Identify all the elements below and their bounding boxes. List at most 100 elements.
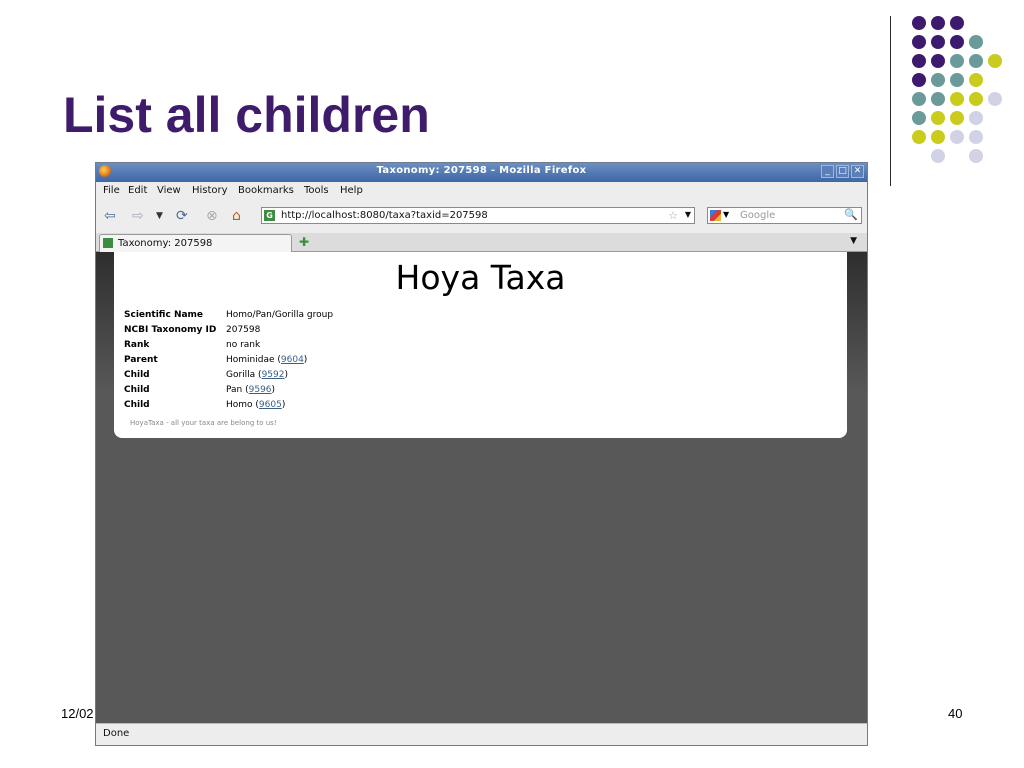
search-bar[interactable]: ▼ Google 🔍 [707,207,862,224]
taxon-link-homo[interactable]: 9605 [259,400,282,410]
url-text[interactable]: http://localhost:8080/taxa?taxid=207598 [281,210,488,221]
menu-file[interactable]: File [103,185,120,196]
field-value: Homo (9605) [226,398,285,413]
minimize-icon[interactable]: _ [821,165,834,178]
decorative-dot [931,149,945,163]
field-label: Child [124,400,150,410]
forward-icon[interactable]: ⇨ [132,208,144,224]
tab-label: Taxonomy: 207598 [118,238,213,249]
tab-taxonomy[interactable]: Taxonomy: 207598 [99,234,292,252]
search-icon[interactable]: 🔍 [844,208,858,221]
decorative-dot [950,130,964,144]
slide-page-number: 40 [948,706,963,721]
bookmark-star-icon[interactable]: ☆ [668,209,678,222]
browser-window: Taxonomy: 207598 - Mozilla Firefox _ □ ✕… [95,162,868,746]
decorative-dot [950,92,964,106]
value-text: Homo ( [226,400,259,410]
google-search-engine-icon[interactable] [710,210,721,221]
decorative-dot [988,54,1002,68]
page-footer: HoyaTaxa - all your taxa are belong to u… [130,419,277,427]
value-text: Gorilla ( [226,370,262,380]
menu-tools[interactable]: Tools [304,185,329,196]
field-label: NCBI Taxonomy ID [124,325,217,335]
value-suffix: ) [284,370,288,380]
menu-history[interactable]: History [192,185,228,196]
url-bar[interactable]: G http://localhost:8080/taxa?taxid=20759… [261,207,695,224]
decorative-dot [931,16,945,30]
decorative-dot [969,35,983,49]
taxa-card: Hoya Taxa Scientific Name Homo/Pan/Goril… [114,252,847,438]
decorative-dot [912,16,926,30]
value-suffix: ) [303,355,308,365]
maximize-icon[interactable]: □ [836,165,849,178]
decorative-dot [912,35,926,49]
menu-view[interactable]: View [157,185,181,196]
field-label: Parent [124,355,158,365]
search-placeholder[interactable]: Google [740,210,775,221]
decorative-dot [969,92,983,106]
decorative-dot [969,149,983,163]
field-label: Child [124,370,150,380]
decorative-dot [950,54,964,68]
close-icon[interactable]: ✕ [851,165,864,178]
status-bar: Done [96,723,867,745]
decorative-dot [969,130,983,144]
site-favicon: G [264,210,275,221]
value-text: Pan ( [226,385,249,395]
decorative-dot [950,73,964,87]
value-text: Homo/Pan/Gorilla group [226,310,334,320]
menu-edit[interactable]: Edit [128,185,147,196]
field-value: 207598 [226,323,260,338]
page-heading: Hoya Taxa [395,258,566,297]
decorative-dot [931,73,945,87]
stop-icon[interactable]: ⊗ [206,208,218,224]
value-text: Hominidae ( [226,355,281,365]
decorative-dot [912,54,926,68]
field-value: Gorilla (9592) [226,368,288,383]
field-value: Pan (9596) [226,383,275,398]
slide-title: List all children [63,87,430,143]
decorative-dot [912,73,926,87]
search-engine-dropdown-icon[interactable]: ▼ [723,210,729,219]
decorative-dot [912,92,926,106]
menu-bookmarks[interactable]: Bookmarks [238,185,294,196]
decorative-dot [931,35,945,49]
url-dropdown-icon[interactable]: ▼ [685,210,691,219]
tab-list-dropdown-icon[interactable]: ▼ [850,236,857,246]
field-label: Rank [124,340,150,350]
decorative-dot [969,111,983,125]
decorative-dot [969,73,983,87]
home-icon[interactable]: ⌂ [232,208,241,224]
status-text: Done [103,728,130,739]
decorative-dot [950,16,964,30]
tab-favicon [103,238,113,248]
decorative-dot [931,92,945,106]
slide-date: 12/02 [61,706,94,721]
decorative-divider [890,16,891,186]
menu-bar: File Edit View History Bookmarks Tools H… [96,182,867,200]
new-tab-icon[interactable]: ✚ [299,235,309,249]
taxon-link-parent[interactable]: 9604 [281,355,304,365]
field-value: Homo/Pan/Gorilla group [226,308,333,323]
back-icon[interactable]: ⇦ [104,208,116,224]
history-dropdown-icon[interactable]: ▼ [156,208,163,224]
decorative-dot [931,130,945,144]
taxon-link-gorilla[interactable]: 9592 [262,370,285,380]
window-titlebar[interactable]: Taxonomy: 207598 - Mozilla Firefox _ □ ✕ [96,163,867,182]
field-value: no rank [226,338,260,353]
field-label: Child [124,385,150,395]
decorative-dot [950,35,964,49]
field-label: Scientific Name [124,310,204,320]
window-title: Taxonomy: 207598 - Mozilla Firefox [376,165,587,176]
field-value: Hominidae (9604) [226,353,307,368]
value-text: no rank [226,340,261,350]
decorative-dot [912,130,926,144]
reload-icon[interactable]: ⟳ [176,208,188,224]
menu-help[interactable]: Help [340,185,363,196]
page-content: Hoya Taxa Scientific Name Homo/Pan/Goril… [96,252,867,723]
value-text: 207598 [226,325,261,335]
taxon-link-pan[interactable]: 9596 [249,385,272,395]
tab-bar: Taxonomy: 207598 ✚ ▼ [96,233,867,252]
decorative-dot [931,111,945,125]
decorative-dot [912,111,926,125]
